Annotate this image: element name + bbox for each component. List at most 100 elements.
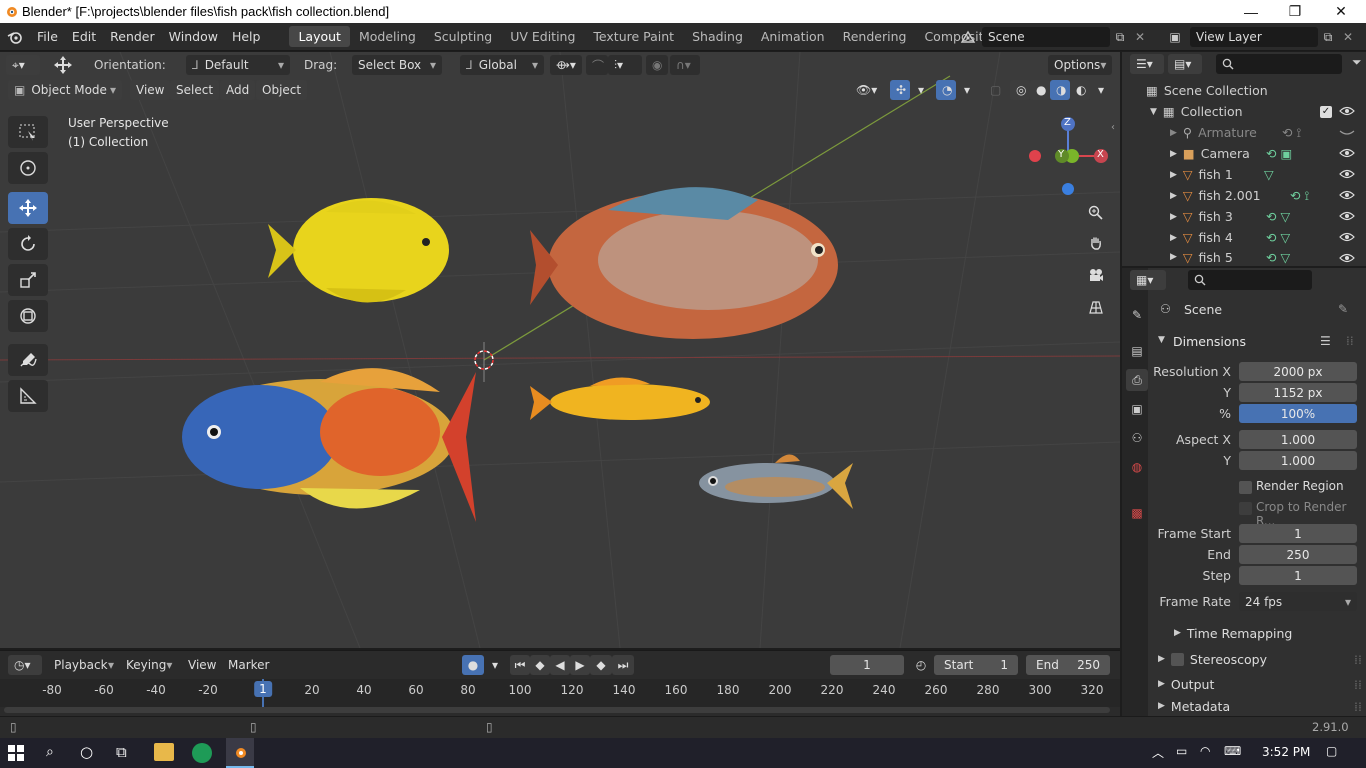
viewport-menu-add[interactable]: Add <box>220 80 256 100</box>
outliner-row-camera[interactable]: ▶ ■ Camera ⟲ ▣ <box>1122 143 1366 164</box>
stereoscopy-panel[interactable]: ▶ Stereoscopy ⁞⁞ <box>1150 648 1362 670</box>
hidden-eye-icon[interactable] <box>1339 126 1355 138</box>
presets-list-icon[interactable]: ☰ <box>1320 334 1331 348</box>
pin-icon[interactable]: ✎ <box>1338 302 1348 316</box>
auto-keying-record-icon[interactable]: ● <box>462 655 484 675</box>
minimize-button[interactable]: — <box>1228 0 1274 23</box>
close-button[interactable]: ✕ <box>1318 0 1364 23</box>
3d-viewport[interactable]: User Perspective (1) Collection Z X Y ‹ <box>0 52 1120 648</box>
visibility-eye-icon[interactable] <box>1339 231 1355 243</box>
mode-dropdown[interactable]: ▣ Object Mode ▾ <box>8 80 122 100</box>
display-mode-icon[interactable]: ▤▾ <box>1168 54 1202 74</box>
keying-menu[interactable]: Keying ▾ <box>120 655 178 675</box>
menu-help[interactable]: Help <box>225 29 268 44</box>
annotate-tool-icon[interactable] <box>8 344 48 376</box>
resolution-x-field[interactable]: 2000 px <box>1239 362 1357 381</box>
snap-target-icon[interactable]: ⫶▾ <box>608 55 642 75</box>
expand-arrow-icon[interactable]: ▶ <box>1170 170 1177 180</box>
show-hidden-icons-chevron-icon[interactable]: ︿ <box>1152 744 1164 761</box>
visibility-eye-icon[interactable] <box>1339 147 1355 159</box>
panel-collapse-arrow-icon[interactable]: ▼ <box>1158 335 1165 345</box>
restore-button[interactable]: ❐ <box>1272 0 1318 23</box>
jump-to-start-icon[interactable]: ⏮ <box>510 655 530 675</box>
falloff-icon[interactable]: ∩▾ <box>670 55 700 75</box>
exclude-checkbox[interactable]: ✓ <box>1320 105 1332 118</box>
output-tab-icon[interactable]: ⎙ <box>1126 369 1148 391</box>
outliner-row-fish-4[interactable]: ▶ ▽ fish 4 ⟲ ▽ <box>1122 227 1366 248</box>
material-preview-shading-icon[interactable]: ◑ <box>1050 80 1070 100</box>
aspect-x-field[interactable]: 1.000 <box>1239 430 1357 449</box>
blender-taskbar-icon[interactable] <box>226 738 254 768</box>
render-region-checkbox[interactable] <box>1239 481 1252 494</box>
frame-start-field[interactable]: 1 <box>1239 524 1357 543</box>
frame-end-field[interactable]: 250 <box>1239 545 1357 564</box>
chevron-down-icon[interactable]: ▾ <box>1092 80 1110 100</box>
properties-search-input[interactable] <box>1188 270 1312 290</box>
start-frame-field[interactable]: Start 1 <box>934 655 1018 675</box>
tab-layout[interactable]: Layout <box>289 26 350 47</box>
perspective-toggle-grid-icon[interactable] <box>1083 294 1109 320</box>
gizmo-toggle-icon[interactable]: ✣ <box>890 80 910 100</box>
scene-name-field[interactable]: Scene <box>982 27 1110 47</box>
outliner-search-input[interactable] <box>1216 54 1342 74</box>
output-panel[interactable]: ▶ Output ⁞⁞ <box>1150 673 1362 695</box>
rainbowfish[interactable] <box>180 352 480 522</box>
task-view-icon[interactable]: ⧉ <box>116 743 127 761</box>
outliner-row-fish-5[interactable]: ▶ ▽ fish 5 ⟲ ▽ <box>1122 248 1366 266</box>
visibility-eye-icon[interactable] <box>1339 105 1355 117</box>
playback-menu[interactable]: Playback ▾ <box>48 655 120 675</box>
zoom-view-icon[interactable] <box>1083 200 1109 226</box>
texture-tab-icon[interactable]: ▩ <box>1126 502 1148 524</box>
remove-scene-icon[interactable]: ✕ <box>1130 30 1150 44</box>
view-layer-selector[interactable]: ▣ View Layer ⧉ ✕ <box>1160 27 1364 47</box>
notifications-icon[interactable]: ▢ <box>1326 744 1337 758</box>
crop-region-checkbox[interactable] <box>1239 502 1252 515</box>
menu-edit[interactable]: Edit <box>65 29 103 44</box>
previous-keyframe-icon[interactable]: ◆ <box>530 655 550 675</box>
3d-cursor-icon[interactable] <box>472 348 496 372</box>
world-tab-icon[interactable]: ◍ <box>1126 456 1148 478</box>
outliner-row-fish-2-001[interactable]: ▶ ▽ fish 2.001 ⟲ ⟟ <box>1122 185 1366 206</box>
keyboard-icon[interactable]: ⌨ <box>1224 744 1241 758</box>
move-tool-icon[interactable] <box>50 54 76 76</box>
snap-toggle-icon[interactable]: ⌒ <box>586 55 608 75</box>
resolution-percent-slider[interactable]: 100% <box>1239 404 1357 423</box>
scene-tab-icon[interactable]: ⚇ <box>1126 427 1148 449</box>
outliner-editor-type-icon[interactable]: ☰▾ <box>1130 54 1164 74</box>
aspect-y-field[interactable]: 1.000 <box>1239 451 1357 470</box>
resolution-y-field[interactable]: 1152 px <box>1239 383 1357 402</box>
wifi-icon[interactable]: ◠ <box>1200 744 1210 758</box>
proportional-edit-icon[interactable]: ◉ <box>646 55 668 75</box>
transform-orientation-dropdown[interactable]: ⅃ Global ▾ <box>460 55 544 75</box>
expand-arrow-icon[interactable]: ▶ <box>1170 233 1177 243</box>
filter-icon[interactable]: ⏷ <box>1352 55 1362 70</box>
gourami-fish[interactable] <box>528 180 848 350</box>
measure-tool-icon[interactable] <box>8 380 48 412</box>
editor-type-icon[interactable]: ⌖▾ <box>6 55 40 75</box>
cortana-icon[interactable]: ○ <box>80 743 93 761</box>
rotate-tool-icon[interactable] <box>8 228 48 260</box>
overlays-toggle-icon[interactable]: ◔ <box>936 80 956 100</box>
current-frame-marker[interactable]: 1 <box>254 681 272 697</box>
orientation-dropdown[interactable]: ⅃ Default ▾ <box>186 55 290 75</box>
play-icon[interactable]: ▶ <box>570 655 590 675</box>
copy-view-layer-icon[interactable]: ⧉ <box>1318 30 1338 45</box>
drag-handle-icon[interactable]: ⁞⁞ <box>1346 334 1354 348</box>
camera-view-icon[interactable] <box>1083 262 1109 288</box>
stopwatch-icon[interactable]: ◴ <box>910 655 932 675</box>
move-tool-button-icon[interactable] <box>8 192 48 224</box>
tab-uv-editing[interactable]: UV Editing <box>501 26 584 47</box>
jump-to-end-icon[interactable]: ⏭ <box>612 655 634 675</box>
visibility-eye-icon[interactable] <box>1339 210 1355 222</box>
outliner-row-fish-3[interactable]: ▶ ▽ fish 3 ⟲ ▽ <box>1122 206 1366 227</box>
pivot-point-icon[interactable]: ⟴▾ <box>550 55 582 75</box>
end-frame-field[interactable]: End 250 <box>1026 655 1110 675</box>
visibility-eye-icon[interactable]: 👁▾ <box>850 80 886 100</box>
taskbar-clock[interactable]: 3:52 PM <box>1262 745 1310 759</box>
tab-rendering[interactable]: Rendering <box>834 26 916 47</box>
view-layer-field[interactable]: View Layer <box>1190 27 1318 47</box>
search-icon[interactable]: ⌕ <box>46 744 54 760</box>
chevron-down-icon[interactable]: ▾ <box>486 655 504 675</box>
scene-selector[interactable]: Scene ⧉ ✕ <box>954 27 1150 47</box>
next-keyframe-icon[interactable]: ◆ <box>590 655 612 675</box>
